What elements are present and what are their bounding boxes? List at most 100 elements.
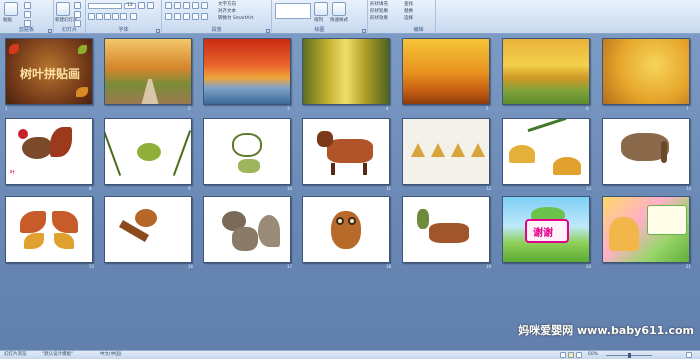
slide-title: 树叶拼贴画 (20, 67, 81, 81)
cat-body-art (238, 159, 260, 173)
underline-icon[interactable] (104, 13, 111, 20)
ginkgo-dancer-art (411, 143, 425, 157)
slide-thumbnail-9[interactable] (104, 118, 192, 185)
font-group: 12 字体 (86, 0, 162, 34)
slide-number: 7 (686, 106, 689, 111)
copy-icon[interactable] (24, 11, 31, 18)
smartart-button[interactable]: 转换为 SmartArt (218, 16, 253, 21)
slide-thumbnail-7[interactable] (602, 38, 690, 105)
squirrel-body-art (232, 227, 258, 251)
slide-thumbnail-8[interactable]: 叶 (5, 118, 93, 185)
slide-thumbnail-2[interactable] (104, 38, 192, 105)
shapes-gallery[interactable] (275, 3, 311, 19)
ginkgo-dancer-art (451, 143, 465, 157)
language-status[interactable]: 中文(中国) (100, 352, 122, 358)
quick-styles-button[interactable] (332, 2, 346, 16)
slide-thumbnail-20[interactable]: 谢谢 (502, 196, 590, 263)
font-color-icon[interactable] (130, 13, 137, 20)
drawing-group-label: 绘图 (314, 27, 325, 33)
arrange-button[interactable] (314, 2, 328, 16)
grow-font-icon[interactable] (138, 2, 145, 9)
slides-group-label: 幻灯片 (61, 27, 77, 33)
slide-thumbnail-6[interactable] (502, 38, 590, 105)
bullets-icon[interactable] (165, 2, 172, 9)
align-center-icon[interactable] (174, 13, 181, 20)
find-button[interactable]: 查找 (404, 2, 413, 7)
slideshow-view-icon[interactable] (576, 352, 582, 358)
shadow-icon[interactable] (120, 13, 127, 20)
line-spacing-icon[interactable] (201, 2, 208, 9)
shape-effects-button[interactable]: 形状效果 (370, 16, 388, 21)
slide-thumbnail-14[interactable] (602, 118, 690, 185)
paste-label[interactable]: 粘贴 (3, 18, 12, 23)
slide-thumbnail-12[interactable] (402, 118, 490, 185)
slide-thumbnail-17[interactable] (203, 196, 291, 263)
fit-window-icon[interactable] (686, 352, 692, 358)
layout-icon[interactable] (74, 2, 81, 9)
slide-sorter-view-icon[interactable] (568, 352, 574, 358)
paragraph-group-label: 段落 (211, 27, 222, 33)
rooster-body-art (22, 137, 52, 159)
slide-thumbnail-11[interactable] (302, 118, 390, 185)
justify-icon[interactable] (192, 13, 199, 20)
font-group-label: 字体 (118, 27, 129, 33)
quick-styles-label[interactable]: 快速样式 (330, 18, 348, 23)
align-left-icon[interactable] (165, 13, 172, 20)
slide-sorter[interactable]: 树叶拼贴画 1 2 3 4 5 6 7 叶 8 9 10 11 12 13 14… (0, 34, 700, 350)
format-painter-icon[interactable] (24, 20, 31, 27)
slide-thumbnail-18[interactable] (302, 196, 390, 263)
paragraph-launcher-icon[interactable] (266, 29, 270, 33)
slide-number: 15 (89, 264, 95, 269)
increase-indent-icon[interactable] (192, 2, 199, 9)
arrange-label[interactable]: 排列 (314, 18, 323, 23)
slide-thumbnail-1[interactable]: 树叶拼贴画 (5, 38, 93, 105)
align-text-button[interactable]: 对齐文本 (218, 9, 236, 14)
slide-number: 8 (89, 186, 92, 191)
butterfly-wing-art (54, 233, 74, 249)
font-launcher-icon[interactable] (156, 29, 160, 33)
reset-icon[interactable] (74, 11, 81, 18)
select-button[interactable]: 选择 (404, 16, 413, 21)
slide-thumbnail-4[interactable] (302, 38, 390, 105)
vine-art (527, 119, 567, 133)
cut-icon[interactable] (24, 2, 31, 9)
owl-eye-art (336, 217, 344, 225)
normal-view-icon[interactable] (560, 352, 566, 358)
numbering-icon[interactable] (174, 2, 181, 9)
drawing-launcher-icon[interactable] (362, 29, 366, 33)
slide-thumbnail-13[interactable] (502, 118, 590, 185)
strikethrough-icon[interactable] (112, 13, 119, 20)
slide-thumbnail-3[interactable] (203, 38, 291, 105)
font-size-combo[interactable]: 12 (124, 3, 136, 9)
ribbon: 粘贴 剪贴板 新建幻灯片 幻灯片 12 字体 文字方向 对齐文本 转换为 Sma… (0, 0, 700, 34)
shape-fill-button[interactable]: 形状填充 (370, 2, 388, 7)
shape-outline-button[interactable]: 形状轮廓 (370, 9, 388, 14)
slide-number: 12 (486, 186, 492, 191)
decrease-indent-icon[interactable] (183, 2, 190, 9)
text-direction-button[interactable]: 文字方向 (218, 2, 236, 7)
maple-lake-photo (204, 39, 290, 104)
paste-button[interactable] (4, 2, 18, 16)
slide-thumbnail-5[interactable] (402, 38, 490, 105)
slide-number: 16 (188, 264, 194, 269)
text-box-art (647, 205, 687, 235)
italic-icon[interactable] (96, 13, 103, 20)
align-right-icon[interactable] (183, 13, 190, 20)
slide-thumbnail-16[interactable] (104, 196, 192, 263)
editing-group-label: 编辑 (413, 27, 424, 33)
slide-thumbnail-10[interactable] (203, 118, 291, 185)
slide-thumbnail-21[interactable] (602, 196, 690, 263)
new-slide-button[interactable] (56, 2, 70, 16)
delete-icon[interactable] (74, 20, 81, 27)
font-name-combo[interactable] (88, 3, 122, 9)
slide-thumbnail-15[interactable] (5, 196, 93, 263)
replace-button[interactable]: 替换 (404, 9, 413, 14)
bold-icon[interactable] (88, 13, 95, 20)
columns-icon[interactable] (201, 13, 208, 20)
theme-status: "默认设计模板" (42, 352, 74, 357)
slide-thumbnail-19[interactable] (402, 196, 490, 263)
shrink-font-icon[interactable] (147, 2, 154, 9)
zoom-level[interactable]: 60% (588, 352, 598, 358)
zoom-slider-thumb[interactable] (628, 353, 631, 358)
clipboard-launcher-icon[interactable] (48, 29, 52, 33)
